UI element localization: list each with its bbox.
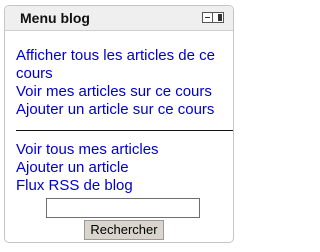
blog-rss-feed-link[interactable]: Flux RSS de blog (16, 177, 230, 195)
block-header: Menu blog (5, 6, 233, 31)
add-course-article-link[interactable]: Ajouter un article sur ce cours (16, 101, 230, 119)
blog-menu-block: Menu blog Afficher tous les articles de … (4, 5, 234, 243)
view-my-course-articles-link[interactable]: Voir mes articles sur ce cours (16, 83, 230, 101)
search-button[interactable]: Rechercher (84, 220, 164, 240)
add-article-link[interactable]: Ajouter un article (16, 159, 230, 177)
dock-sidebar-icon[interactable] (213, 12, 224, 23)
block-controls (202, 12, 224, 23)
course-articles-links: Afficher tous les articles de ce cours V… (16, 47, 230, 119)
search-input[interactable] (46, 198, 200, 218)
separator (16, 130, 233, 131)
minus-box-icon[interactable] (202, 12, 213, 23)
my-articles-links: Voir tous mes articles Ajouter un articl… (16, 141, 230, 195)
view-all-course-articles-link[interactable]: Afficher tous les articles de ce cours (16, 47, 230, 83)
block-title: Menu blog (20, 10, 90, 26)
view-all-my-articles-link[interactable]: Voir tous mes articles (16, 141, 230, 159)
